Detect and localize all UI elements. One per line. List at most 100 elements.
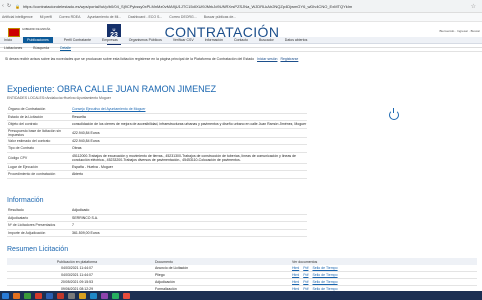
bookmark-item[interactable]: Artificial intelligence bbox=[2, 15, 33, 19]
row-label: Objeto del contrato bbox=[8, 122, 38, 127]
row-label: Nº de Licitadores Presentados bbox=[8, 223, 56, 228]
power-icon[interactable] bbox=[389, 108, 399, 120]
document-link[interactable]: Sello de Tiempo bbox=[312, 280, 337, 284]
taskbar bbox=[0, 291, 482, 300]
government-logo bbox=[8, 28, 20, 37]
document-name: Adjudicación bbox=[155, 280, 175, 284]
browser-address-bar[interactable]: ‹ ↻ 🔒 https://contrataciondelestado.es/w… bbox=[0, 0, 482, 13]
registration-notice: Si desea recibir avisos sobre las noveda… bbox=[5, 57, 298, 61]
document-link[interactable]: Html bbox=[292, 280, 299, 284]
sub-tabs: Licitaciones Búsqueda Detalle bbox=[0, 45, 482, 52]
document-link[interactable]: Pdf bbox=[303, 266, 308, 270]
row-value: 45112000-Trabajos de excavación y movimi… bbox=[72, 153, 296, 162]
taskbar-app-icon[interactable] bbox=[2, 292, 9, 299]
menu-item[interactable]: Datos abiertos bbox=[285, 38, 308, 42]
star-icon[interactable]: ☆ bbox=[471, 3, 476, 10]
menu-item[interactable]: Perfil Contratante bbox=[64, 38, 91, 42]
row-value: Abierto bbox=[72, 172, 84, 177]
document-link[interactable]: Sello de Tiempo bbox=[312, 273, 337, 277]
menu-item[interactable]: Empresas bbox=[102, 38, 118, 42]
header-user-links[interactable]: Bienvenido · Ingresar · Buscar bbox=[439, 29, 480, 33]
table-row: Resultado Adjudicado bbox=[7, 207, 307, 215]
bookmark-item[interactable]: Dashboard - ECO S... bbox=[128, 15, 162, 19]
bookmarks-bar: Artificial intelligence Mi perfil Correo R… bbox=[0, 13, 482, 22]
summary-table: Publicación en plataforma Documento Ver do… bbox=[7, 258, 477, 293]
menu-item[interactable]: Verificar CSV bbox=[173, 38, 194, 42]
publication-date: 04/03/2021 11:44:07 bbox=[61, 273, 93, 277]
table-row: Tipo de Contrato Obras bbox=[7, 145, 307, 153]
table-row: Código CPV 45112000-Trabajos de excavació… bbox=[7, 153, 307, 164]
document-link[interactable]: Html bbox=[292, 273, 299, 277]
row-label: Resultado bbox=[8, 208, 24, 213]
menu-item[interactable]: Información bbox=[205, 38, 223, 42]
taskbar-app-icon[interactable] bbox=[123, 292, 130, 299]
bookmark-item[interactable]: Buscar públicas de... bbox=[204, 15, 237, 19]
table-row: Estado de la Licitación Resuelta bbox=[7, 114, 307, 121]
subtab[interactable]: Búsqueda bbox=[33, 46, 49, 50]
reload-icon[interactable]: ↻ bbox=[6, 3, 12, 9]
taskbar-app-icon[interactable] bbox=[90, 292, 97, 299]
row-value: 422.940,84 Euros bbox=[72, 138, 100, 143]
document-link[interactable]: Pdf bbox=[303, 280, 308, 284]
taskbar-app-icon[interactable] bbox=[79, 292, 86, 299]
menu-item[interactable]: Contacto bbox=[234, 38, 248, 42]
menu-item[interactable]: Inicio bbox=[4, 38, 12, 42]
row-value: Adjudicado bbox=[72, 208, 90, 213]
document-links: Html Pdf Sello de Tiempo bbox=[292, 266, 422, 270]
document-link[interactable]: Sello de Tiempo bbox=[312, 266, 337, 270]
menu-item[interactable]: Buscador bbox=[259, 38, 274, 42]
document-link[interactable]: Html bbox=[292, 266, 299, 270]
bookmark-item[interactable]: Mi perfil bbox=[40, 15, 52, 19]
row-label: Estado de la Licitación bbox=[8, 114, 44, 119]
info-table: Resultado Adjudicado Adjudicatario SERRINCO… bbox=[7, 207, 307, 237]
government-label: GOBIERNO DE ESPAÑA bbox=[22, 28, 51, 31]
table-row: Nº de Licitadores Presentados 7 bbox=[7, 222, 307, 230]
column-header: Documento bbox=[155, 259, 173, 264]
publication-date: 20/05/2021 09:15:53 bbox=[60, 280, 94, 284]
menu-item[interactable]: Organismos Públicos bbox=[129, 38, 162, 42]
main-menu: Inicio Publicaciones Perfil Contratante Emp… bbox=[0, 37, 482, 44]
row-value: Resuelta bbox=[72, 114, 86, 119]
taskbar-app-icon[interactable] bbox=[57, 292, 64, 299]
table-row: Procedimiento de contratación Abierto bbox=[7, 171, 307, 179]
taskbar-app-icon[interactable] bbox=[112, 292, 119, 299]
bookmark-item[interactable]: Correo RDEA bbox=[59, 15, 80, 19]
row-label: Tipo de Contrato bbox=[8, 146, 34, 151]
table-row: Órgano de Contratación Consejo Ejecutivo … bbox=[7, 106, 307, 114]
menu-item[interactable]: Publicaciones bbox=[23, 37, 53, 43]
notice-text: Si desea recibir avisos sobre las noveda… bbox=[5, 57, 255, 61]
taskbar-app-icon[interactable] bbox=[13, 292, 20, 299]
taskbar-app-icon[interactable] bbox=[35, 292, 42, 299]
summary-header: Publicación en plataforma Documento Ver do… bbox=[7, 258, 477, 265]
subtab[interactable]: Licitaciones bbox=[4, 46, 22, 50]
organo-link[interactable]: Consejo Ejecutivo del Ayuntamiento de Mo… bbox=[72, 107, 145, 111]
row-label: Adjudicatario bbox=[8, 215, 29, 220]
taskbar-app-icon[interactable] bbox=[46, 292, 53, 299]
bookmark-item[interactable]: Correo DEORG... bbox=[169, 15, 196, 19]
table-row: Valor estimado del contrato 422.940,84 Eu… bbox=[7, 138, 307, 145]
subtab[interactable]: Detalle bbox=[60, 46, 71, 51]
login-link[interactable]: Iniciar sesión bbox=[257, 57, 277, 61]
url-field[interactable]: https://contrataciondelestado.es/wps/por… bbox=[23, 4, 443, 9]
taskbar-app-icon[interactable] bbox=[24, 292, 31, 299]
document-link[interactable]: Pdf bbox=[303, 273, 308, 277]
row-value: 7 bbox=[72, 223, 74, 228]
table-row: Adjudicatario SERRINCO S.A. bbox=[7, 215, 307, 222]
row-value: SERRINCO S.A. bbox=[72, 215, 99, 220]
table-row: Presupuesto base de licitación sin impue… bbox=[7, 129, 307, 138]
bookmark-item[interactable]: Ayuntamiento de Mi... bbox=[87, 15, 121, 19]
column-header: Ver documentos bbox=[292, 259, 318, 264]
row-label: Presupuesto base de licitación sin impue… bbox=[8, 128, 61, 137]
taskbar-app-icon[interactable] bbox=[101, 292, 108, 299]
row-value: consolidación de los cierres de mejora d… bbox=[72, 122, 307, 127]
row-label: Órgano de Contratación bbox=[8, 107, 46, 112]
register-link[interactable]: Registrarse bbox=[280, 57, 298, 61]
document-links: Html Pdf Sello de Tiempo bbox=[292, 273, 422, 277]
lock-icon: 🔒 bbox=[15, 3, 20, 9]
details-table: Órgano de Contratación Consejo Ejecutivo … bbox=[7, 106, 307, 179]
table-row: Lugar de Ejecución España - Huelva - Mogu… bbox=[7, 164, 307, 171]
taskbar-app-icon[interactable] bbox=[68, 292, 75, 299]
table-row: 04/03/2021 11:44:07 Pliego Html Pdf Sello de… bbox=[7, 272, 477, 279]
breadcrumb: ENTIDADES LOCALES>Andalucía>Huelva>Ayunt… bbox=[7, 96, 111, 100]
document-name: Pliego bbox=[155, 273, 165, 277]
